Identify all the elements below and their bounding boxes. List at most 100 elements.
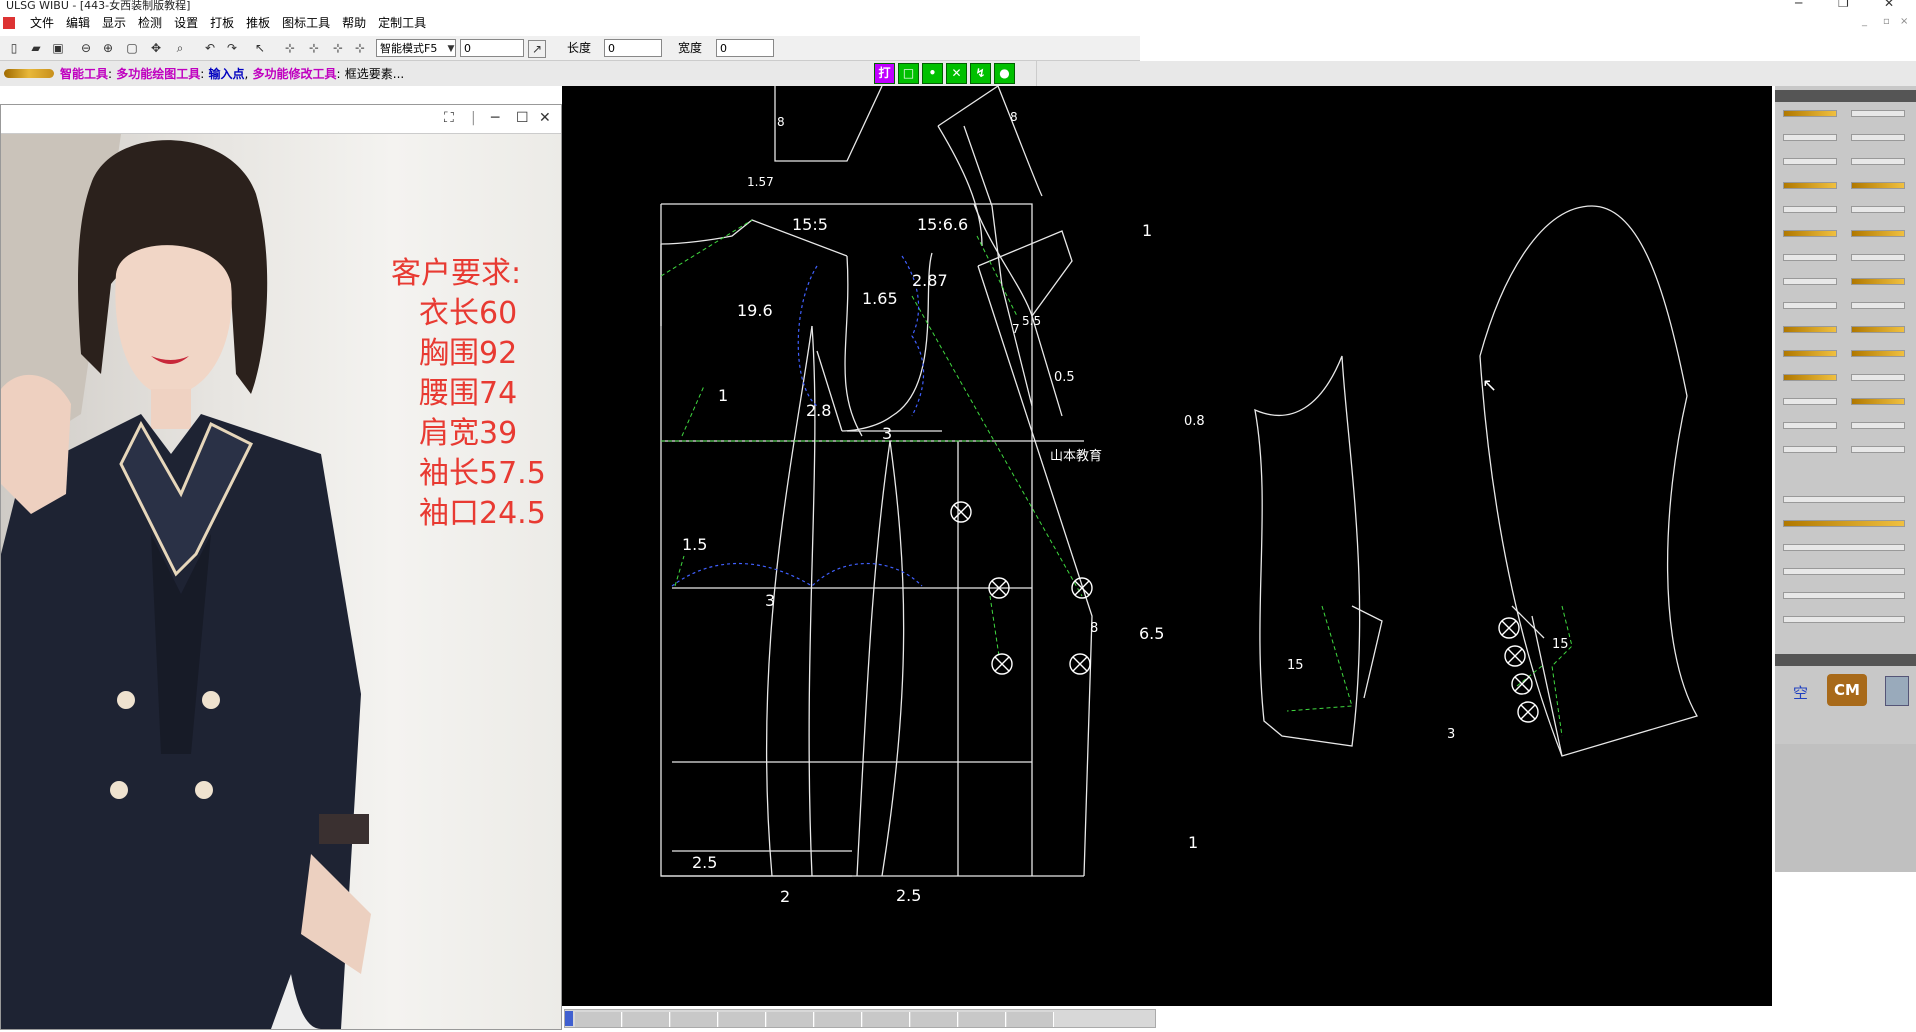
snap-end-button[interactable]: ● [994,63,1015,84]
line-tool[interactable] [1847,104,1907,122]
palette-empty-area [1775,744,1916,872]
dim-label: 2.8 [806,401,831,420]
chevron-down-icon[interactable]: ▼ [443,41,459,57]
dim-label: 5.5 [1022,314,1041,328]
split-tool[interactable] [1847,272,1907,290]
photo-maximize-button[interactable]: ☐ [516,110,529,126]
snap-point-button[interactable]: • [922,63,943,84]
tape-measure-tool[interactable] [1779,490,1909,508]
photo-minimize-button[interactable]: ─ [491,110,499,126]
stitch-tool[interactable] [1779,586,1909,604]
angle-tool[interactable] [1847,128,1907,146]
measure-tool[interactable] [1847,176,1907,194]
arc-tool[interactable] [1847,344,1907,362]
menu-file[interactable]: 文件 [24,15,60,32]
open-icon[interactable]: ▰ [28,40,44,56]
erase-tool[interactable] [1847,440,1907,458]
scissors-tool[interactable] [1779,272,1839,290]
select-icon[interactable]: ↖ [252,40,268,56]
menu-icon-tools[interactable]: 图标工具 [276,15,336,32]
pan-icon[interactable]: ✥ [148,40,164,56]
zoom-out-icon[interactable]: ⊖ [78,40,94,56]
sewing-tool[interactable] [1847,248,1907,266]
scroll-thumb[interactable] [565,1011,573,1026]
close-button[interactable]: ✕ [1884,0,1894,10]
drafting-canvas[interactable]: ↖ 8 1.57 15:5 15:6.6 8 1 19.6 1.65 2.87 … [562,85,1772,1006]
app-icon[interactable] [3,17,15,29]
calculator-icon[interactable] [1885,676,1909,706]
menu-edit[interactable]: 编辑 [60,15,96,32]
menu-custom-tools[interactable]: 定制工具 [372,15,432,32]
pencil-tool-icon[interactable] [4,69,54,78]
node-move-icon[interactable]: ⊹ [306,40,322,56]
band-tool[interactable] [1779,344,1839,362]
divider-tool[interactable] [1847,152,1907,170]
zoom-window-icon[interactable]: ⌕ [172,40,188,56]
seam-tool[interactable] [1779,416,1839,434]
layout-tool[interactable] [1779,562,1909,580]
snap-curve-button[interactable]: ↯ [970,63,991,84]
menu-draft[interactable]: 打板 [204,15,240,32]
horizontal-scrollbar[interactable] [562,1007,1772,1029]
pattern-drawing: ↖ 8 1.57 15:5 15:6.6 8 1 19.6 1.65 2.87 … [660,85,1698,906]
dim-label: 0.5 [1054,370,1075,385]
menu-view[interactable]: 显示 [96,15,132,32]
reference-photo-window[interactable]: ⛶ | ─ ☐ ✕ 客户要求: 衣长60 胸围92 腰围74 肩宽39 袖长57… [0,104,562,1030]
zoom-in-icon[interactable]: ⊕ [100,40,116,56]
snap-toolbar: 打 □ • ✕ ↯ ● [874,61,1018,86]
width-field[interactable]: 0 [716,39,774,57]
shape-tool[interactable] [1779,610,1909,628]
mdi-restore-button[interactable]: ▫ [1883,16,1890,27]
measure-toggle-icon[interactable]: ↗ [528,40,546,58]
mirror-tool[interactable] [1779,440,1839,458]
join-tool[interactable] [1847,296,1907,314]
cut-tool[interactable] [1779,296,1839,314]
grain-tool[interactable] [1779,392,1839,410]
fit-icon[interactable]: ▢ [124,40,140,56]
length-field[interactable]: 0 [604,39,662,57]
restore-button[interactable]: ❐ [1838,0,1849,10]
space-label[interactable]: 空 [1793,682,1808,703]
menu-help[interactable]: 帮助 [336,15,372,32]
node-delete-icon[interactable]: ⊹ [352,40,368,56]
compass-tool[interactable] [1779,152,1839,170]
fit-window-icon[interactable]: ⛶ [444,110,454,126]
node-add-icon[interactable]: ⊹ [330,40,346,56]
node-tool-icon[interactable]: ⊹ [282,40,298,56]
menu-settings[interactable]: 设置 [168,15,204,32]
unit-cm-button[interactable]: CM [1827,674,1867,706]
pleat-tool[interactable] [1847,200,1907,218]
pin-tool[interactable] [1847,368,1907,386]
menu-check[interactable]: 检测 [132,15,168,32]
mdi-close-button[interactable]: × [1900,16,1908,27]
mdi-minimize-button[interactable]: _ [1862,16,1867,27]
notch-tool[interactable] [1847,416,1907,434]
minimize-button[interactable]: ─ [1795,0,1802,10]
curve-tool[interactable] [1779,128,1839,146]
taper-tool[interactable] [1847,224,1907,242]
dart-tool[interactable] [1779,200,1839,218]
snap-mode-button[interactable]: 打 [874,63,895,84]
menu-grading[interactable]: 推板 [240,15,276,32]
save-icon[interactable]: ▣ [50,40,66,56]
undo-icon[interactable]: ↶ [202,40,218,56]
mode-value-field[interactable]: 0 [460,39,524,57]
redo-icon[interactable]: ↷ [224,40,240,56]
new-icon[interactable]: ▯ [6,40,22,56]
grading-tool[interactable] [1779,538,1909,556]
move-piece-tool[interactable] [1779,320,1839,338]
requirement-item: 袖口24.5 [419,496,546,531]
ruler-tool[interactable] [1779,176,1839,194]
pencil-tool[interactable] [1779,104,1839,122]
fold-tool[interactable] [1779,224,1839,242]
photo-close-button[interactable]: ✕ [539,110,551,126]
delete-tool[interactable] [1779,368,1839,386]
scroll-track[interactable] [564,1009,1156,1028]
mark-tool[interactable] [1847,392,1907,410]
snap-intersect-button[interactable]: ✕ [946,63,967,84]
dim-label: 2.5 [896,886,921,905]
align-tool[interactable] [1847,320,1907,338]
rotate-tool[interactable] [1779,248,1839,266]
snap-rect-button[interactable]: □ [898,63,919,84]
curve-ruler-tool[interactable] [1779,514,1909,532]
